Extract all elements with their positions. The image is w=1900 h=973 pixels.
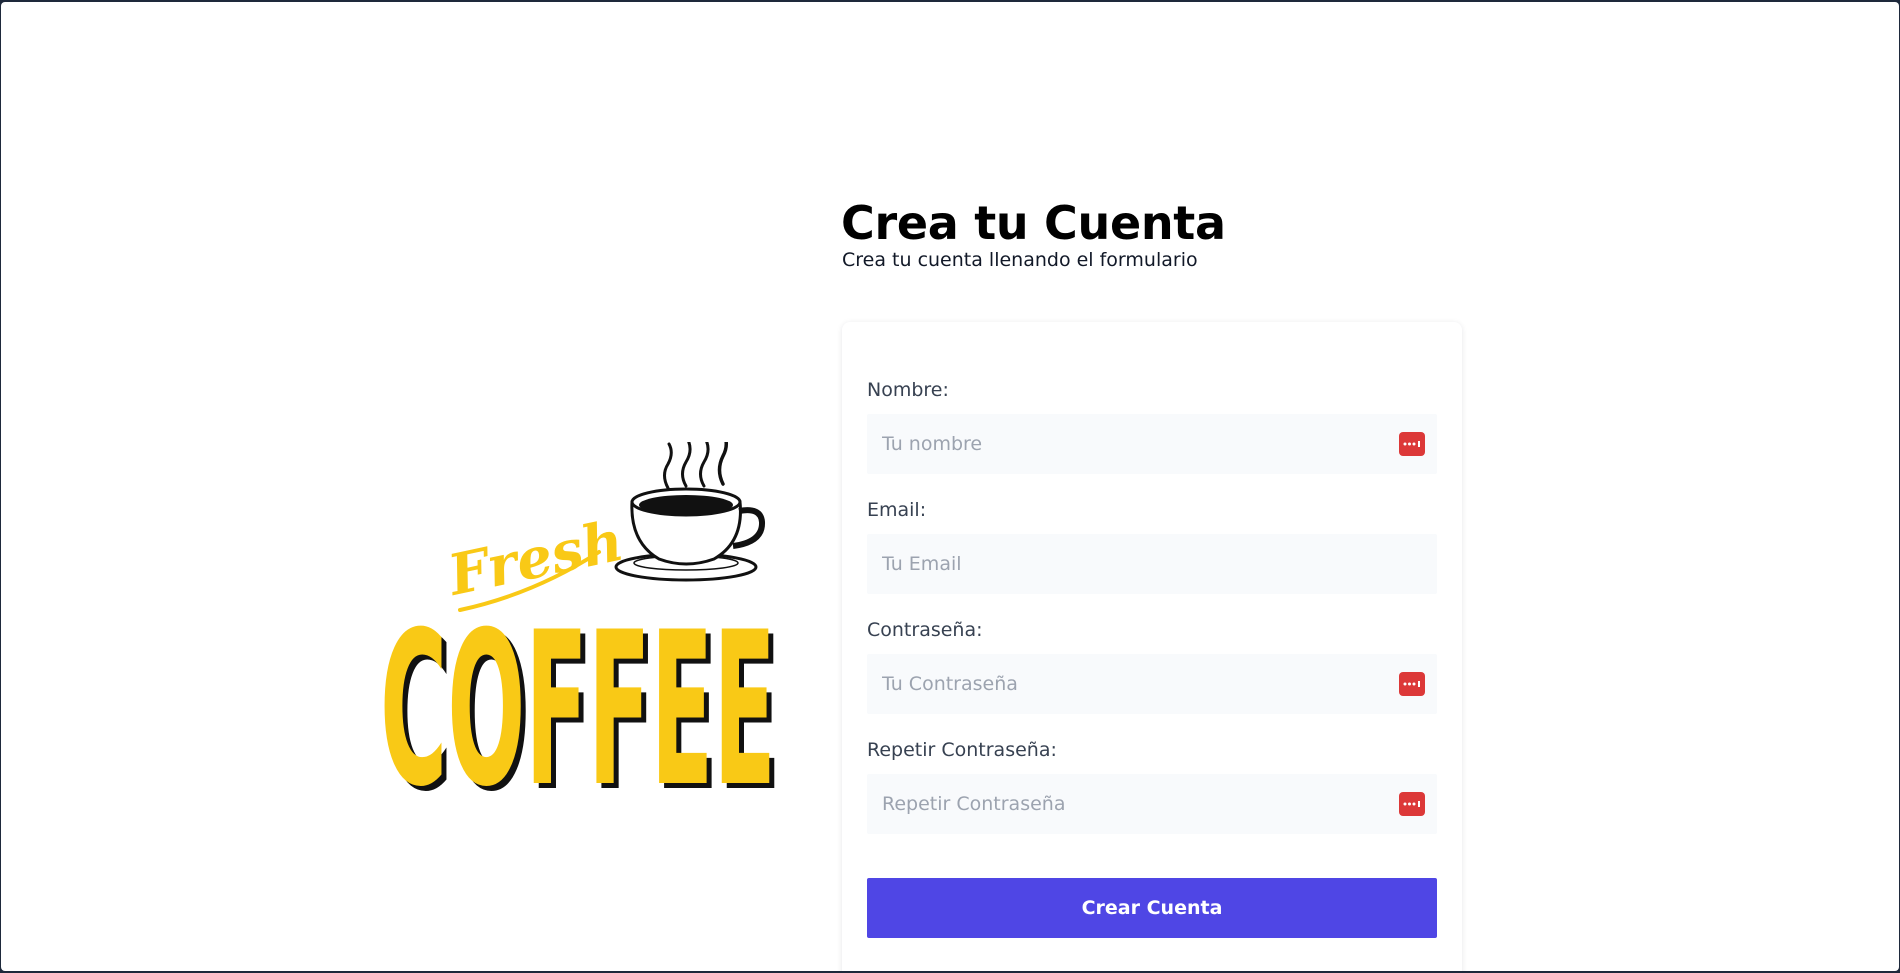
create-account-button[interactable]: Crear Cuenta	[867, 878, 1437, 938]
email-field-wrapper	[867, 534, 1437, 594]
page-frame: Fresh COFFEE COFFEE Crea tu Cuenta Crea …	[1, 2, 1899, 971]
name-field-wrapper	[867, 414, 1437, 474]
fresh-coffee-logo: Fresh COFFEE COFFEE	[384, 442, 781, 792]
repeat-password-label: Repetir Contraseña:	[867, 739, 1057, 761]
coffee-text: COFFEE COFFEE	[384, 586, 781, 792]
repeat-password-field-wrapper	[867, 774, 1437, 834]
svg-text:COFFEE: COFFEE	[384, 586, 776, 792]
name-input[interactable]	[867, 414, 1437, 474]
password-manager-icon[interactable]	[1399, 672, 1425, 696]
signup-form: Nombre: Email: Contraseña: Repetir Contr…	[842, 322, 1462, 971]
email-input[interactable]	[867, 534, 1437, 594]
password-manager-icon[interactable]	[1399, 792, 1425, 816]
repeat-password-input[interactable]	[867, 774, 1437, 834]
password-manager-icon[interactable]	[1399, 432, 1425, 456]
coffee-cup-icon	[614, 442, 765, 582]
password-field-wrapper	[867, 654, 1437, 714]
password-label: Contraseña:	[867, 619, 983, 641]
name-label: Nombre:	[867, 379, 949, 401]
page-subtitle: Crea tu cuenta llenando el formulario	[842, 249, 1198, 271]
password-input[interactable]	[867, 654, 1437, 714]
page-title: Crea tu Cuenta	[841, 196, 1226, 250]
email-label: Email:	[867, 499, 927, 521]
